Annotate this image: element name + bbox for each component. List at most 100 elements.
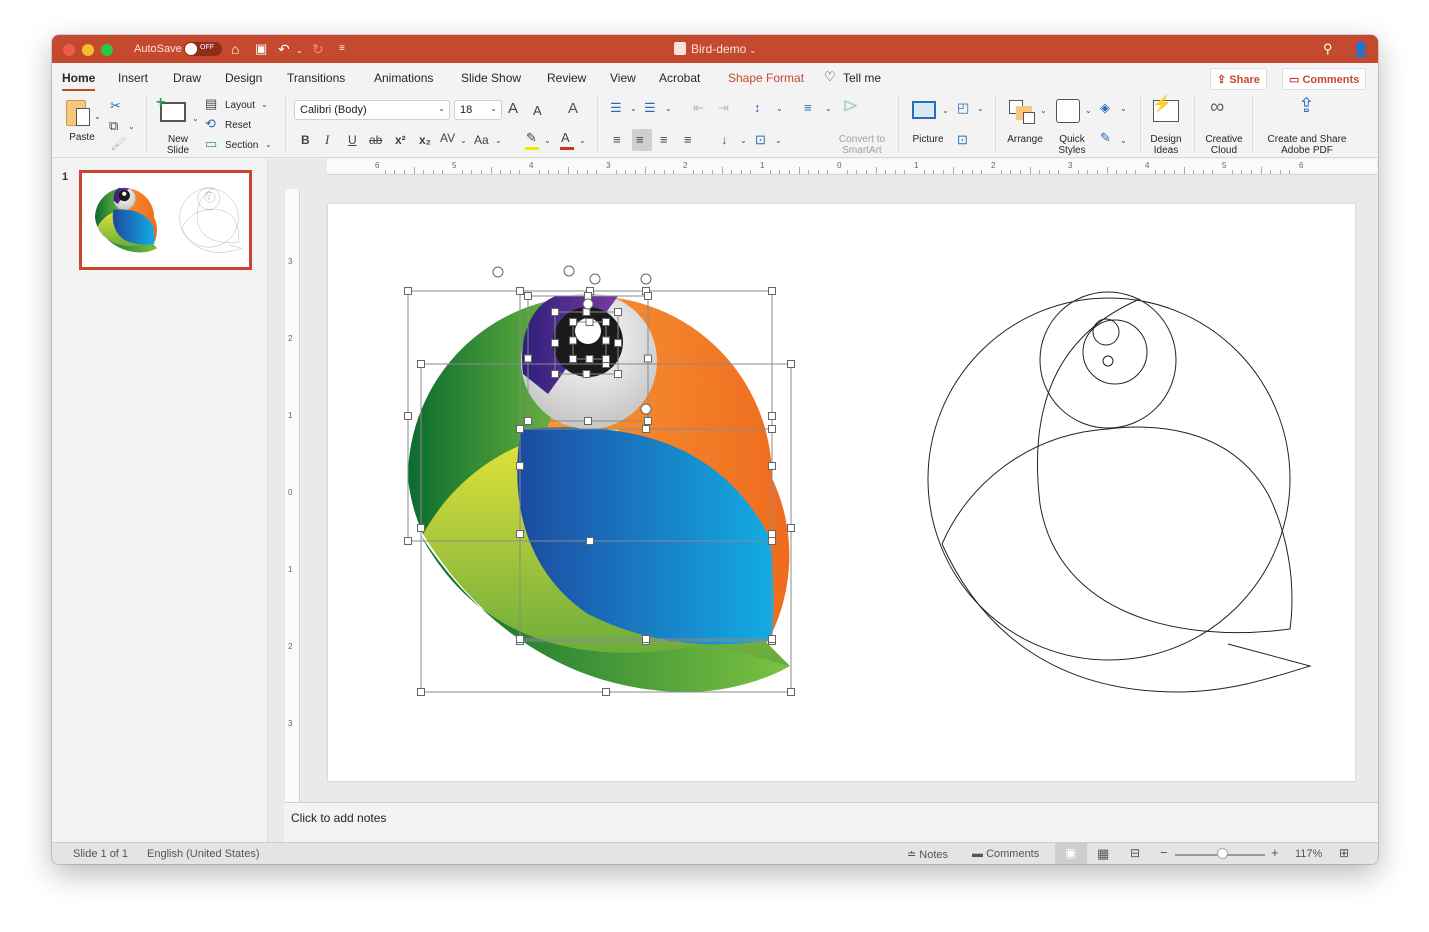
rotate-handle-icon[interactable]	[640, 273, 652, 285]
resize-handle[interactable]	[582, 370, 591, 378]
resize-handle[interactable]	[516, 530, 524, 538]
resize-handle[interactable]	[524, 354, 532, 363]
quick-styles-dropdown-icon[interactable]: ⌄	[1085, 106, 1092, 115]
rotate-handle-icon[interactable]	[640, 403, 652, 415]
resize-handle[interactable]	[551, 370, 559, 378]
tab-home[interactable]: Home	[62, 71, 96, 91]
rotate-handle-icon[interactable]	[582, 298, 594, 310]
resize-handle[interactable]	[404, 412, 412, 420]
resize-handle[interactable]	[642, 425, 650, 433]
resize-handle[interactable]	[787, 524, 795, 532]
share-person-icon[interactable]: 👤	[1352, 41, 1369, 57]
resize-handle[interactable]	[614, 308, 622, 316]
notes-toggle[interactable]: ≐ Notes	[907, 848, 948, 861]
tab-view[interactable]: View	[610, 71, 636, 85]
change-case-button[interactable]: Aa	[474, 132, 489, 148]
zoom-in-button[interactable]: +	[1271, 845, 1279, 860]
tab-animations[interactable]: Animations	[374, 71, 433, 85]
rotate-handle-icon[interactable]	[492, 266, 504, 278]
italic-button[interactable]: I	[325, 132, 329, 148]
copy-icon[interactable]: ⧉	[109, 118, 118, 134]
section-button[interactable]: Section	[225, 140, 258, 151]
resize-handle[interactable]	[768, 412, 776, 420]
tab-slide-show[interactable]: Slide Show	[461, 71, 521, 85]
fit-to-window-icon[interactable]: ⊞	[1339, 846, 1349, 860]
notes-pane[interactable]: Click to add notes	[284, 802, 1378, 842]
tab-acrobat[interactable]: Acrobat	[659, 71, 700, 85]
resize-handle[interactable]	[516, 425, 524, 433]
tab-insert[interactable]: Insert	[118, 71, 148, 85]
resize-handle[interactable]	[569, 318, 577, 326]
columns-dropdown-icon[interactable]: ⌄	[825, 104, 832, 113]
resize-handle[interactable]	[584, 292, 592, 300]
strikethrough-button[interactable]: ab	[369, 132, 382, 148]
numbering-dropdown-icon[interactable]: ⌄	[665, 104, 672, 113]
bullets-dropdown-icon[interactable]: ⌄	[630, 104, 637, 113]
columns-icon[interactable]: ≡	[804, 100, 812, 116]
resize-handle[interactable]	[644, 292, 652, 300]
resize-handle[interactable]	[417, 360, 425, 368]
cut-icon[interactable]: ✂	[110, 98, 121, 114]
justify-icon[interactable]: ≡	[684, 132, 692, 148]
align-center-icon[interactable]: ≡	[636, 132, 644, 148]
resize-handle[interactable]	[417, 688, 425, 696]
resize-handle[interactable]	[614, 339, 622, 347]
shape-fill-icon[interactable]: ◈	[1100, 100, 1110, 116]
slide-canvas[interactable]	[328, 204, 1355, 781]
arrange-dropdown-icon[interactable]: ⌄	[1040, 106, 1047, 115]
underline-button[interactable]: U	[348, 132, 357, 148]
subscript-button[interactable]: x₂	[419, 132, 431, 148]
notes-placeholder[interactable]: Click to add notes	[291, 811, 386, 825]
layout-button[interactable]: Layout	[225, 100, 255, 111]
decrease-indent-icon[interactable]: ⇤	[693, 100, 704, 116]
resize-handle[interactable]	[602, 318, 610, 326]
resize-handle[interactable]	[585, 355, 594, 363]
tab-transitions[interactable]: Transitions	[287, 71, 345, 85]
resize-handle[interactable]	[787, 360, 795, 368]
resize-handle[interactable]	[524, 292, 532, 300]
change-case-dropdown-icon[interactable]: ⌄	[495, 136, 502, 145]
convert-smartart-label[interactable]: Convert to SmartArt	[832, 134, 892, 156]
text-direction-icon[interactable]: ↓	[721, 132, 728, 148]
bold-button[interactable]: B	[301, 132, 310, 148]
tab-design[interactable]: Design	[225, 71, 262, 85]
layout-dropdown-icon[interactable]: ⌄	[261, 100, 268, 109]
shape-outline-dropdown-icon[interactable]: ⌄	[1120, 136, 1127, 145]
resize-handle[interactable]	[768, 287, 776, 295]
copy-dropdown-icon[interactable]: ⌄	[128, 122, 135, 131]
format-painter-icon[interactable]: 🖌	[110, 136, 127, 152]
resize-handle[interactable]	[614, 370, 622, 378]
resize-handle[interactable]	[586, 537, 594, 545]
resize-handle[interactable]	[584, 417, 592, 425]
shape-outline-icon[interactable]: ✎	[1100, 130, 1111, 146]
rotate-handle-icon[interactable]	[563, 265, 575, 277]
spacing-dropdown-icon[interactable]: ⌄	[460, 136, 467, 145]
text-direction-dropdown-icon[interactable]: ⌄	[740, 136, 747, 145]
resize-handle[interactable]	[569, 336, 577, 345]
slide-thumbnail-1[interactable]	[79, 170, 252, 270]
align-text-icon[interactable]: ⊡	[755, 132, 766, 148]
section-dropdown-icon[interactable]: ⌄	[265, 140, 272, 149]
normal-view-button[interactable]: ▣	[1055, 843, 1087, 864]
resize-handle[interactable]	[524, 417, 532, 425]
resize-handle[interactable]	[768, 462, 776, 470]
rotate-handle-icon[interactable]	[589, 273, 601, 285]
bullets-icon[interactable]: ☰	[610, 100, 622, 116]
resize-handle[interactable]	[404, 287, 412, 295]
superscript-button[interactable]: x²	[395, 132, 406, 148]
resize-handle[interactable]	[404, 537, 412, 545]
resize-handle[interactable]	[644, 354, 652, 363]
tab-review[interactable]: Review	[547, 71, 586, 85]
share-button[interactable]: ⇪ Share	[1210, 68, 1267, 90]
character-spacing-button[interactable]: AV	[440, 130, 455, 146]
resize-handle[interactable]	[585, 318, 594, 326]
paste-dropdown-icon[interactable]: ⌄	[94, 112, 101, 121]
line-spacing-icon[interactable]: ↕	[754, 100, 761, 116]
line-spacing-dropdown-icon[interactable]: ⌄	[776, 104, 783, 113]
tab-shape-format[interactable]: Shape Format	[728, 71, 804, 85]
resize-handle[interactable]	[516, 287, 524, 295]
reset-button[interactable]: Reset	[225, 120, 251, 131]
resize-handle[interactable]	[516, 635, 524, 643]
grow-font-button[interactable]: A	[508, 101, 518, 117]
resize-handle[interactable]	[516, 462, 524, 470]
